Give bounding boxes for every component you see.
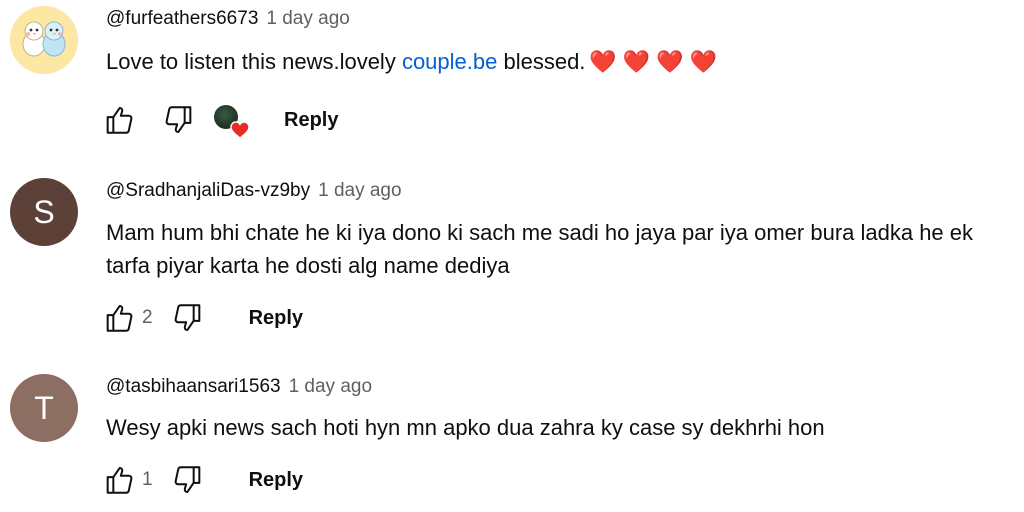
comment-1: @furfeathers6673 1 day ago Love to liste…: [0, 0, 1024, 150]
thumb-down-icon: [174, 304, 200, 332]
comment-text-start: Love to listen this news.lovely: [106, 49, 402, 74]
comment-meta: @furfeathers6673 1 day ago: [106, 8, 350, 30]
comment-actions: 1 Reply: [100, 460, 303, 500]
comment-text: Love to listen this news.lovely couple.b…: [106, 45, 1020, 78]
reply-button[interactable]: Reply: [284, 109, 338, 132]
birds-avatar-icon: [10, 6, 78, 74]
comment-text-end: blessed.: [497, 49, 586, 74]
avatar[interactable]: T: [10, 374, 78, 442]
avatar-letter: T: [34, 389, 54, 426]
comment-meta: @tasbihaansari1563 1 day ago: [106, 376, 372, 398]
dislike-button[interactable]: [160, 101, 198, 139]
like-button[interactable]: [100, 299, 138, 337]
like-count: 2: [142, 307, 153, 328]
like-button[interactable]: [100, 461, 138, 499]
comment-link[interactable]: couple.be: [402, 49, 497, 74]
avatar-letter: S: [33, 193, 55, 230]
creator-heart-icon: [230, 121, 250, 139]
dislike-button[interactable]: [169, 461, 207, 499]
timestamp[interactable]: 1 day ago: [266, 8, 349, 30]
comment-actions: Reply: [100, 100, 338, 140]
like-button[interactable]: [100, 101, 138, 139]
timestamp[interactable]: 1 day ago: [289, 376, 372, 398]
comment-actions: 2 Reply: [100, 298, 303, 338]
author-name[interactable]: @SradhanjaliDas-vz9by: [106, 180, 310, 202]
reply-button[interactable]: Reply: [249, 469, 303, 492]
comment-text: Wesy apki news sach hoti hyn mn apko dua…: [106, 415, 825, 440]
thumb-up-icon: [106, 466, 133, 494]
thumb-up-icon: [106, 106, 133, 134]
thumb-down-icon: [174, 466, 200, 494]
comment-3: T @tasbihaansari1563 1 day ago Wesy apki…: [0, 368, 1024, 512]
thumb-down-icon: [165, 106, 192, 134]
timestamp[interactable]: 1 day ago: [318, 180, 401, 202]
heart-emojis: ❤️❤️❤️❤️: [589, 49, 723, 74]
avatar[interactable]: [10, 6, 78, 74]
like-count: 1: [142, 469, 153, 490]
thumb-up-icon: [106, 304, 133, 332]
author-name[interactable]: @furfeathers6673: [106, 8, 258, 30]
author-name[interactable]: @tasbihaansari1563: [106, 376, 281, 398]
comment-text: Mam hum bhi chate he ki iya dono ki sach…: [106, 220, 974, 278]
reply-button[interactable]: Reply: [249, 307, 303, 330]
creator-heart-badge[interactable]: [212, 103, 250, 139]
dislike-button[interactable]: [169, 299, 207, 337]
avatar[interactable]: S: [10, 178, 78, 246]
comment-meta: @SradhanjaliDas-vz9by 1 day ago: [106, 180, 402, 202]
comment-2: S @SradhanjaliDas-vz9by 1 day ago Mam hu…: [0, 170, 1024, 350]
